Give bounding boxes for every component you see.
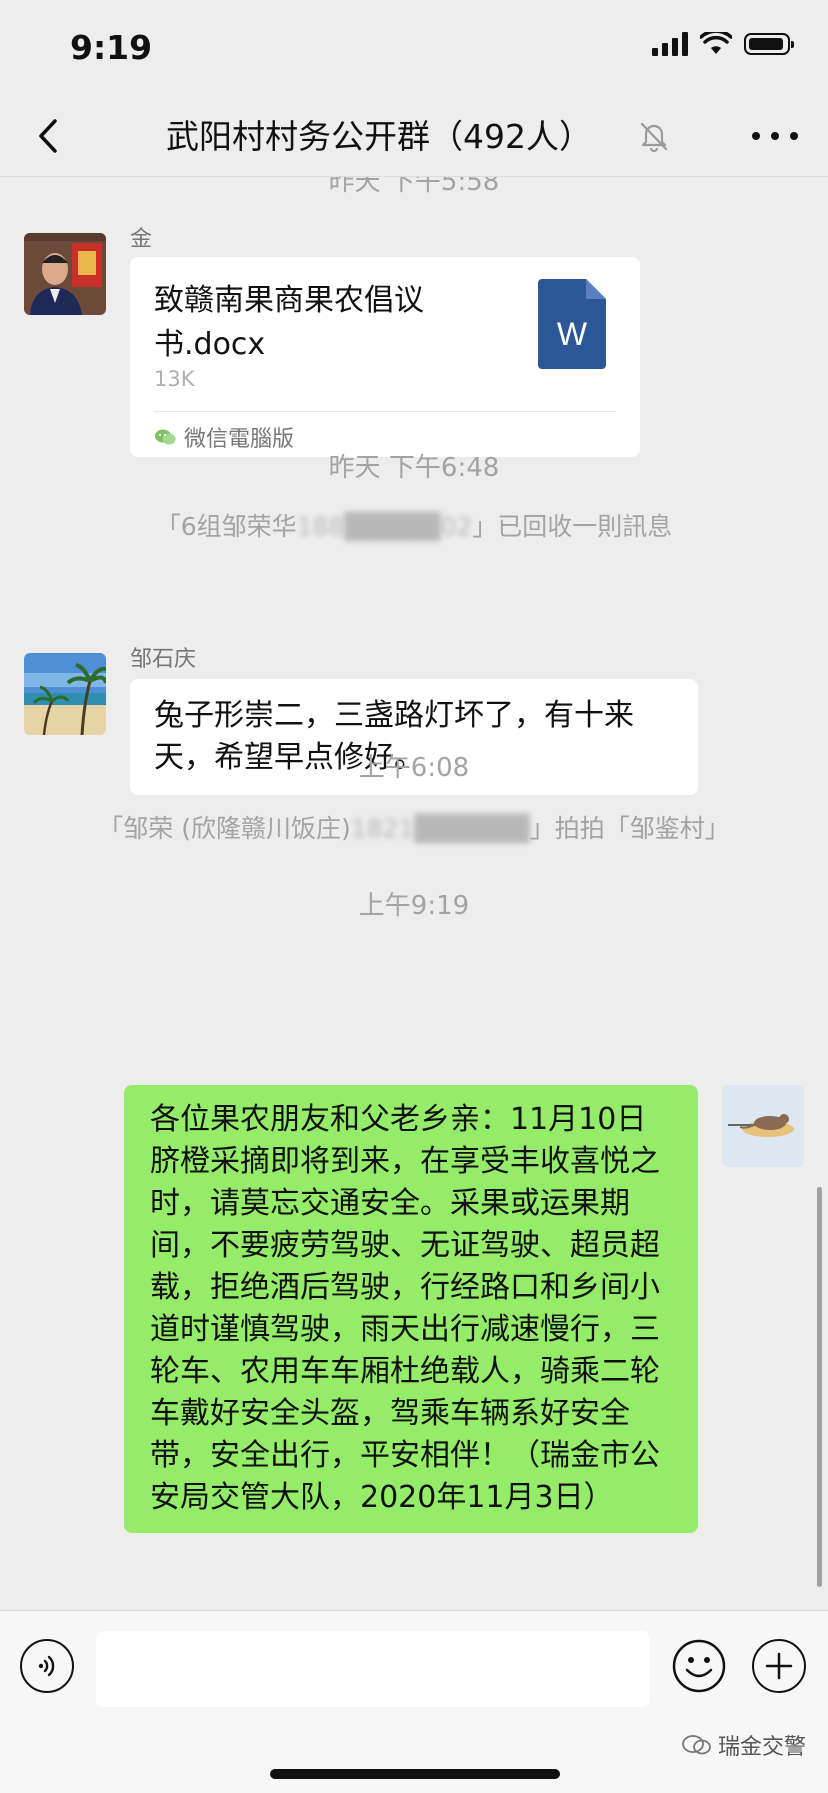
recall-notice: 「6组邹荣华188█████02」已回收一則訊息 [155, 512, 673, 541]
recall-suffix: 」已回收一則訊息 [472, 512, 673, 541]
timestamp: 昨天 下午5:58 [328, 177, 500, 197]
file-message[interactable]: 致赣南果商果农倡议书.docx 13K W 微信電腦版 [130, 257, 640, 457]
own-text-message[interactable]: 各位果农朋友和父老乡亲：11月10日脐橙采摘即将到来，在享受丰收喜悦之时，请莫忘… [124, 1085, 698, 1533]
message-list[interactable]: 昨天 下午5:58 金 致赣南果商果农倡议书.docx 13K W 微信電腦版 … [0, 177, 828, 1610]
avatar[interactable] [24, 233, 106, 315]
chat-header: 武阳村村务公开群（492人） [0, 96, 828, 177]
watermark-text: 瑞金交警 [717, 1735, 806, 1760]
file-name: 致赣南果商果农倡议书.docx [154, 283, 424, 362]
watermark: 瑞金交警 [682, 1729, 806, 1761]
divider [154, 411, 616, 412]
file-size: 13K [154, 367, 195, 391]
timestamp: 上午9:19 [358, 891, 470, 921]
timestamp: 上午6:08 [358, 753, 470, 783]
word-document-icon: W [538, 279, 606, 369]
plus-icon [765, 1652, 793, 1680]
masked-phone: 1821 [350, 814, 415, 843]
home-indicator [270, 1769, 560, 1779]
wechat-icon [155, 429, 176, 445]
timestamp: 昨天 下午6:48 [328, 453, 500, 483]
wifi-icon [700, 32, 732, 54]
pat-suffix: 」拍拍「邹鉴村」 [529, 814, 730, 843]
pat-notice: 「邹荣 (欣隆赣川饭庄)1821██████」拍拍「邹鉴村」 [98, 814, 730, 843]
voice-input-button[interactable] [20, 1639, 74, 1693]
masked-phone: 188 [296, 512, 345, 541]
sender-name: 金 [130, 227, 153, 252]
signal-icon [652, 32, 688, 56]
status-icons [652, 32, 794, 56]
battery-icon [744, 33, 794, 55]
more-options-icon[interactable] [752, 118, 798, 154]
masked-phone-tail: 02 [440, 512, 473, 541]
back-icon[interactable] [28, 112, 68, 160]
voice-icon [38, 1655, 55, 1677]
input-bar: 瑞金交警 [0, 1610, 828, 1793]
pat-prefix: 「邹荣 (欣隆赣川饭庄) [98, 814, 351, 843]
sender-name: 邹石庆 [130, 647, 197, 672]
scrollbar[interactable] [817, 1187, 822, 1587]
more-functions-button[interactable] [752, 1639, 806, 1693]
status-time: 9:19 [70, 28, 153, 67]
emoji-button[interactable] [672, 1639, 726, 1693]
recall-prefix: 「6组邹荣华 [155, 512, 297, 541]
doc-icon-letter: W [557, 316, 588, 352]
message-input[interactable] [96, 1631, 650, 1707]
avatar[interactable] [24, 653, 106, 735]
mute-bell-icon [640, 122, 668, 153]
wechat-official-account-icon [682, 1735, 711, 1755]
status-bar: 9:19 [0, 0, 828, 96]
chat-title: 武阳村村务公开群（492人） [166, 117, 592, 156]
own-avatar[interactable] [722, 1085, 804, 1167]
